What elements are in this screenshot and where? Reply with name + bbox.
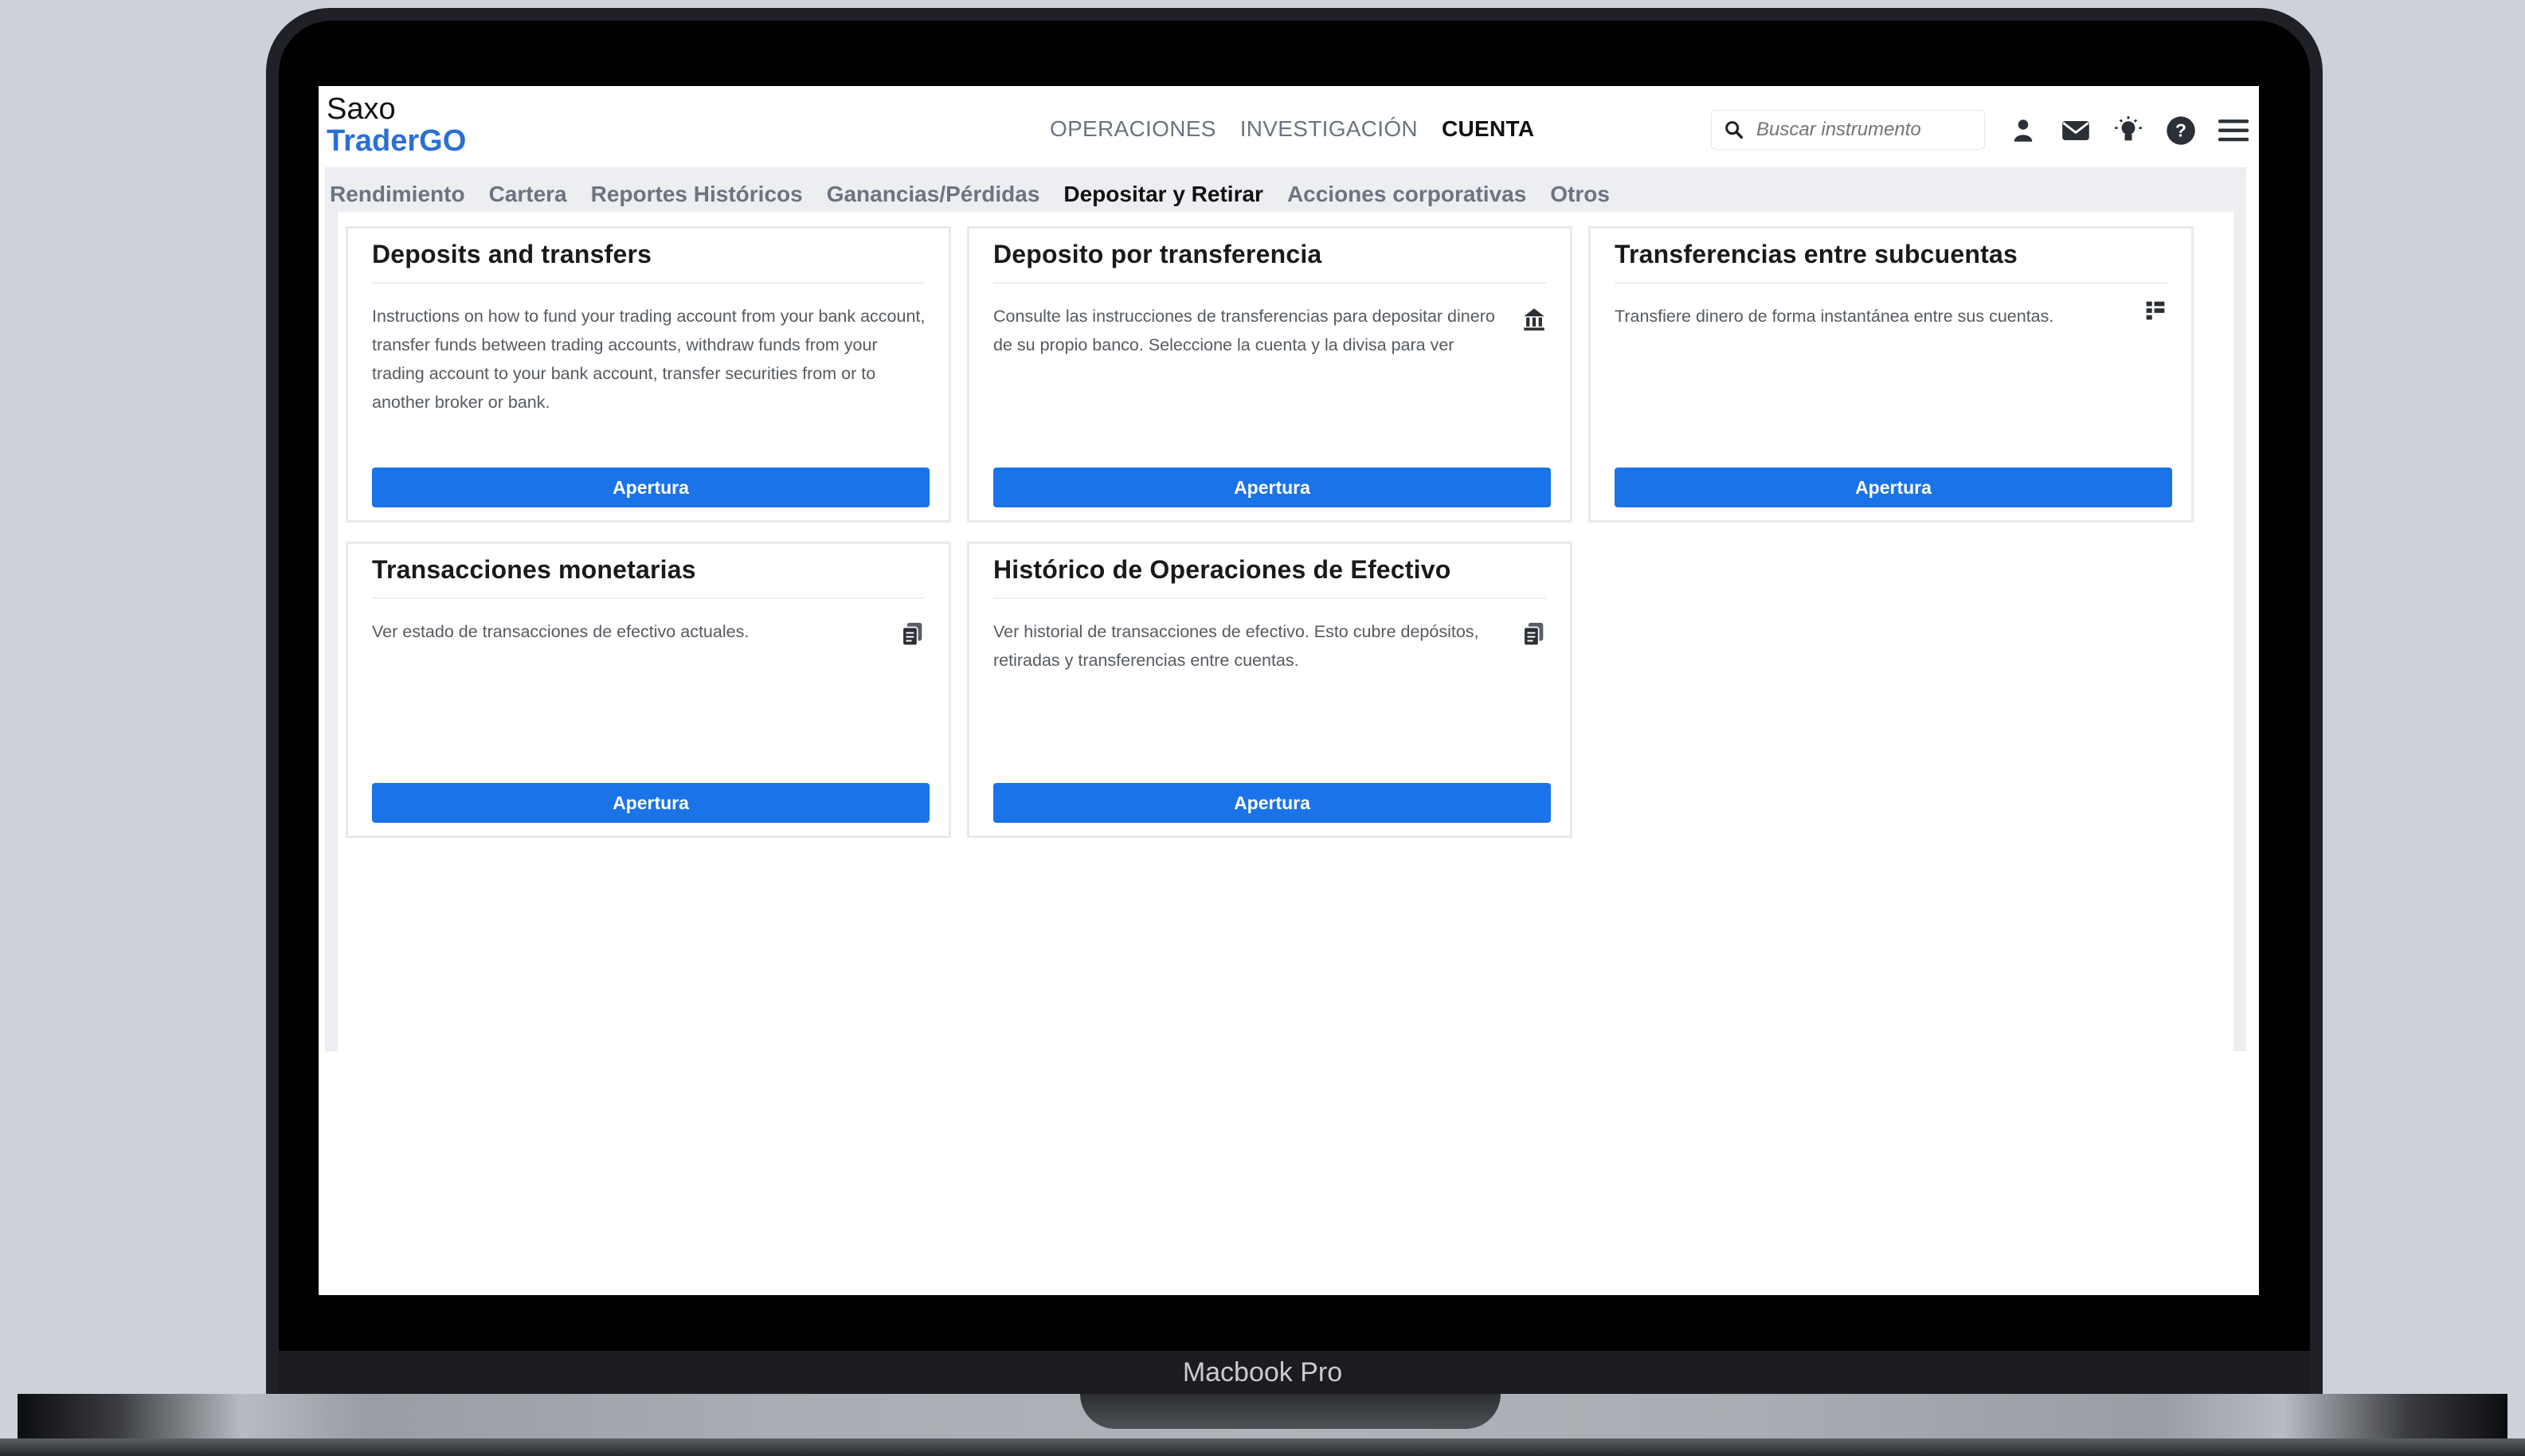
- open-button[interactable]: Apertura: [993, 783, 1551, 823]
- laptop-foot: [0, 1438, 2525, 1456]
- menu-icon[interactable]: [2216, 113, 2251, 148]
- card-historico-operaciones-efectivo: Histórico de Operaciones de Efectivo Ver…: [967, 542, 1572, 838]
- open-button[interactable]: Apertura: [1615, 468, 2172, 507]
- card-transferencias-entre-subcuentas: Transferencias entre subcuentas Transfie…: [1588, 226, 2194, 523]
- card-transacciones-monetarias: Transacciones monetarias Ver estado de t…: [346, 542, 951, 838]
- logo[interactable]: Saxo TraderGO: [327, 92, 467, 158]
- card-description: Transfiere dinero de forma instantánea e…: [1615, 307, 2054, 326]
- card-title: Deposito por transferencia: [993, 240, 1546, 284]
- help-icon[interactable]: ?: [2163, 113, 2198, 148]
- logo-line-saxo: Saxo: [327, 92, 396, 126]
- card-title: Transacciones monetarias: [372, 555, 925, 599]
- top-navigation: OPERACIONES INVESTIGACIÓN CUENTA: [1050, 116, 1534, 142]
- open-button[interactable]: Apertura: [372, 468, 930, 507]
- topnav-investigacion[interactable]: INVESTIGACIÓN: [1240, 116, 1418, 142]
- header-icons: ?: [2006, 113, 2251, 148]
- user-icon[interactable]: [2006, 113, 2041, 148]
- open-button[interactable]: Apertura: [993, 468, 1551, 507]
- card-title: Histórico de Operaciones de Efectivo: [993, 555, 1546, 599]
- card-description: Instructions on how to fund your trading…: [372, 307, 926, 412]
- transfer-icon: [2146, 301, 2165, 320]
- app-window: Saxo TraderGO OPERACIONES INVESTIGACIÓN …: [319, 86, 2259, 1051]
- subnav-otros[interactable]: Otros: [1550, 182, 1610, 207]
- open-button[interactable]: Apertura: [372, 783, 930, 823]
- content-area: Deposits and transfers Instructions on h…: [338, 212, 2233, 1051]
- laptop-notch: [1080, 1394, 1501, 1429]
- documents-icon: [902, 622, 922, 647]
- mail-icon[interactable]: [2058, 113, 2093, 148]
- card-deposito-por-transferencia: Deposito por transferencia Consulte las …: [967, 226, 1572, 523]
- card-description: Consulte las instrucciones de transferen…: [993, 307, 1495, 354]
- bank-icon: [1524, 308, 1544, 331]
- search-icon: [1725, 121, 1744, 139]
- card-description: Ver historial de transacciones de efecti…: [993, 622, 1479, 670]
- documents-icon: [1523, 622, 1544, 647]
- svg-text:?: ?: [2175, 120, 2186, 141]
- screen: Saxo TraderGO OPERACIONES INVESTIGACIÓN …: [319, 86, 2259, 1295]
- card-deposits-and-transfers: Deposits and transfers Instructions on h…: [346, 226, 951, 523]
- subnav-depositar-y-retirar[interactable]: Depositar y Retirar: [1063, 182, 1263, 207]
- subnav-cartera[interactable]: Cartera: [489, 182, 567, 207]
- subnav-acciones-corporativas[interactable]: Acciones corporativas: [1287, 182, 1526, 207]
- card-title: Deposits and transfers: [372, 240, 925, 284]
- device-label: Macbook Pro: [1182, 1357, 1343, 1388]
- topnav-cuenta[interactable]: CUENTA: [1442, 116, 1534, 142]
- card-title: Transferencias entre subcuentas: [1615, 240, 2167, 284]
- subnav-rendimiento[interactable]: Rendimiento: [330, 182, 465, 207]
- lightbulb-icon[interactable]: [2111, 113, 2146, 148]
- sub-navigation: Rendimiento Cartera Reportes Históricos …: [330, 182, 1610, 207]
- search-box[interactable]: [1711, 110, 1985, 150]
- search-input[interactable]: [1755, 118, 1981, 142]
- card-description: Ver estado de transacciones de efectivo …: [372, 622, 750, 641]
- logo-line-tradergo: TraderGO: [327, 123, 467, 158]
- subnav-reportes-historicos[interactable]: Reportes Históricos: [591, 182, 803, 207]
- subnav-ganancias-perdidas[interactable]: Ganancias/Pérdidas: [827, 182, 1040, 207]
- topnav-operaciones[interactable]: OPERACIONES: [1050, 116, 1216, 142]
